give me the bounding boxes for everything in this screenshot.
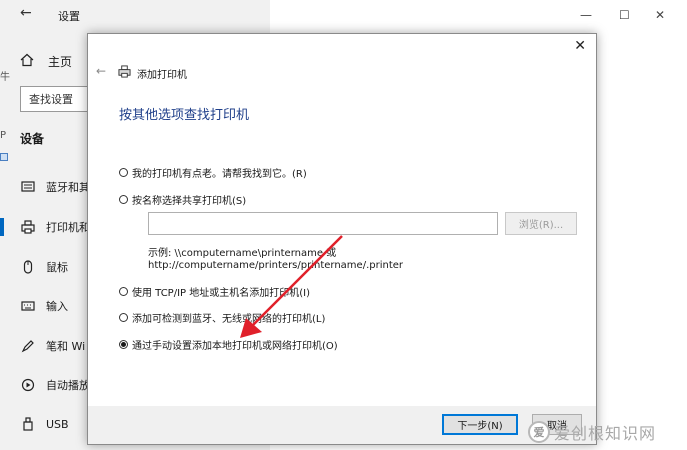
- sidebar-item-label: 输入: [46, 300, 68, 313]
- bluetooth-devices-icon: [20, 179, 36, 195]
- dialog-footer: 下一步(N) 取消: [88, 406, 596, 444]
- radio-button[interactable]: [119, 168, 128, 177]
- dialog-close-icon[interactable]: ✕: [574, 38, 586, 54]
- option-label: 通过手动设置添加本地打印机或网络打印机(O): [132, 341, 338, 352]
- sidebar-item-pen[interactable]: 笔和 Wi: [20, 335, 85, 357]
- next-button[interactable]: 下一步(N): [442, 414, 518, 435]
- autoplay-icon: [20, 377, 36, 393]
- option-tcpip[interactable]: 使用 TCP/IP 地址或主机名添加打印机(I): [119, 284, 310, 299]
- dialog-back-arrow-icon[interactable]: ←: [96, 64, 106, 78]
- watermark-text: 爱创根知识网: [554, 424, 657, 443]
- sidebar-item-autoplay[interactable]: 自动播放: [20, 374, 90, 396]
- option-shared-printer-by-name[interactable]: 按名称选择共享打印机(S): [119, 192, 246, 207]
- mouse-icon: [20, 259, 36, 275]
- devices-section-title: 设备: [20, 132, 45, 146]
- dialog-heading: 按其他选项查找打印机: [119, 108, 250, 123]
- pen-icon: [20, 338, 36, 354]
- example-text-line1: 示例: \\computername\printername 或: [148, 248, 337, 259]
- option-label: 添加可检测到蓝牙、无线或网络的打印机(L): [132, 314, 326, 325]
- back-arrow-icon[interactable]: ←: [20, 5, 32, 21]
- sidebar-item-mouse[interactable]: 鼠标: [20, 256, 68, 278]
- sidebar-item-label: 蓝牙和其: [46, 181, 90, 194]
- watermark-logo: 爱: [528, 421, 550, 443]
- sidebar-item-printers[interactable]: 打印机和: [0, 216, 90, 238]
- shared-printer-name-input[interactable]: [148, 212, 498, 235]
- sidebar-item-label: 笔和 Wi: [46, 340, 86, 353]
- edge-checkbox-fragment: [0, 153, 8, 161]
- sidebar-item-label: 鼠标: [46, 261, 68, 274]
- settings-title: 设置: [58, 10, 80, 23]
- add-printer-dialog: ✕ ← 添加打印机 按其他选项查找打印机 我的打印机有点老。请帮我找到它。(R)…: [87, 33, 597, 445]
- option-old-printer[interactable]: 我的打印机有点老。请帮我找到它。(R): [119, 165, 307, 180]
- browse-button[interactable]: 浏览(R)...: [505, 212, 577, 235]
- settings-home-item[interactable]: 主页: [20, 50, 72, 72]
- radio-button-selected[interactable]: [119, 340, 128, 349]
- example-text-line2: http://computername/printers/printername…: [148, 260, 404, 271]
- option-manual-local-network[interactable]: 通过手动设置添加本地打印机或网络打印机(O): [119, 337, 338, 352]
- printer-icon: [20, 219, 36, 235]
- watermark: 爱 爱创根知识网: [528, 420, 656, 444]
- sidebar-item-typing[interactable]: 输入: [20, 295, 68, 317]
- dialog-title: 添加打印机: [137, 69, 187, 81]
- usb-icon: [20, 416, 36, 432]
- dialog-header: 添加打印机: [118, 65, 187, 81]
- edge-text-top: 牛: [0, 72, 10, 83]
- sidebar-item-label: 打印机和: [46, 221, 90, 234]
- option-label: 按名称选择共享打印机(S): [132, 196, 247, 207]
- sidebar-item-bluetooth[interactable]: 蓝牙和其: [20, 176, 90, 198]
- sidebar-item-usb[interactable]: USB: [20, 413, 69, 435]
- home-label: 主页: [48, 54, 73, 69]
- minimize-icon[interactable]: —: [580, 8, 592, 22]
- keyboard-icon: [20, 298, 36, 314]
- option-label: 使用 TCP/IP 地址或主机名添加打印机(I): [132, 288, 310, 299]
- settings-titlebar: ← 设置: [0, 0, 270, 30]
- close-window-icon[interactable]: ✕: [655, 8, 665, 22]
- maximize-icon[interactable]: ☐: [619, 8, 630, 22]
- home-icon: [20, 53, 34, 70]
- sidebar-item-label: USB: [46, 417, 69, 431]
- printer-icon: [118, 65, 131, 81]
- radio-button[interactable]: [119, 313, 128, 322]
- radio-button[interactable]: [119, 195, 128, 204]
- edge-text-mid: P: [0, 130, 7, 141]
- radio-button[interactable]: [119, 287, 128, 296]
- option-label: 我的打印机有点老。请帮我找到它。(R): [132, 169, 307, 180]
- option-bluetooth-wireless-network[interactable]: 添加可检测到蓝牙、无线或网络的打印机(L): [119, 310, 325, 325]
- sidebar-item-label: 自动播放: [46, 379, 90, 392]
